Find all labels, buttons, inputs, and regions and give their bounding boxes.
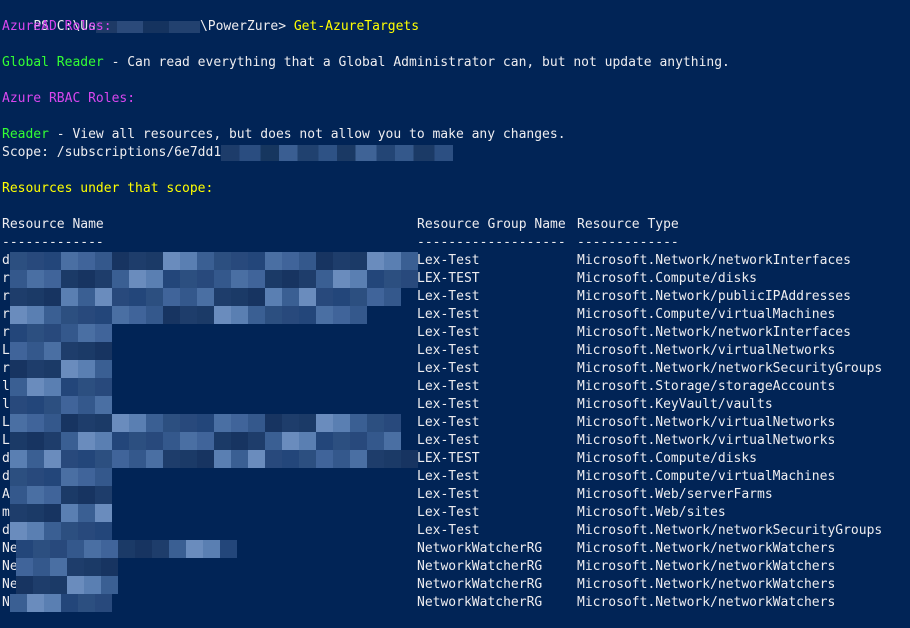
resource-type-cell: Microsoft.Compute/disks bbox=[577, 451, 758, 466]
redacted-resource-name bbox=[10, 450, 418, 468]
azure-rbac-roles-heading: Azure RBAC Roles: bbox=[2, 91, 136, 106]
resource-type-cell: Microsoft.Compute/virtualMachines bbox=[577, 469, 836, 484]
resource-type-cell: Microsoft.Network/networkSecurityGroups bbox=[577, 361, 883, 376]
scope-line: Scope: /subscriptions/6e7dd1 bbox=[2, 144, 454, 162]
resource-group-cell: Lex-Test bbox=[417, 325, 480, 340]
header-resource-name: Resource Name bbox=[2, 217, 104, 232]
resource-name-cell: A bbox=[2, 487, 10, 502]
redacted-resource-name bbox=[16, 576, 186, 594]
resource-type-cell: Microsoft.Network/networkWatchers bbox=[577, 577, 836, 592]
resource-group-cell: NetworkWatcherRG bbox=[417, 541, 543, 556]
resource-name-cell: d bbox=[2, 469, 10, 484]
resource-name-cell: L bbox=[2, 415, 10, 430]
resource-group-cell: Lex-Test bbox=[417, 379, 480, 394]
resource-type-cell: Microsoft.Web/sites bbox=[577, 505, 726, 520]
resource-type-cell: Microsoft.Network/networkWatchers bbox=[577, 595, 836, 610]
resources-heading: Resources under that scope: bbox=[2, 181, 214, 196]
resource-type-cell: Microsoft.KeyVault/vaults bbox=[577, 397, 773, 412]
resource-name-cell: L bbox=[2, 433, 10, 448]
reader-line: Reader - View all resources, but does no… bbox=[2, 126, 566, 144]
resource-type-cell: Microsoft.Network/publicIPAddresses bbox=[577, 289, 851, 304]
redacted-resource-name bbox=[10, 324, 129, 342]
resource-type-cell: Microsoft.Compute/disks bbox=[577, 271, 758, 286]
resource-type-cell: Microsoft.Network/networkInterfaces bbox=[577, 325, 851, 340]
redacted-resource-name bbox=[10, 288, 401, 306]
resource-group-cell: Lex-Test bbox=[417, 487, 480, 502]
redacted-subscription-id bbox=[221, 144, 454, 161]
resource-group-cell: Lex-Test bbox=[417, 397, 480, 412]
redacted-resource-name bbox=[10, 432, 401, 450]
redacted-resource-name bbox=[10, 252, 418, 270]
redacted-resource-name bbox=[10, 594, 180, 612]
resource-group-cell: LEX-TEST bbox=[417, 451, 480, 466]
resource-name-cell: d bbox=[2, 253, 10, 268]
resource-name-cell: d bbox=[2, 523, 10, 538]
resource-name-cell: L bbox=[2, 343, 10, 358]
redacted-resource-name bbox=[10, 522, 146, 540]
global-reader-role: Global Reader bbox=[2, 55, 104, 70]
redacted-resource-name bbox=[10, 414, 401, 432]
header-resource-group-name: Resource Group Name bbox=[417, 217, 566, 232]
resource-name-cell: r bbox=[2, 307, 10, 322]
resource-group-cell: NetworkWatcherRG bbox=[417, 559, 543, 574]
powershell-console[interactable]: PS C:\Us \PowerZure> Get-AzureTargets Azu… bbox=[0, 0, 910, 628]
resource-group-cell: Lex-Test bbox=[417, 343, 480, 358]
resource-type-cell: Microsoft.Network/virtualNetworks bbox=[577, 433, 836, 448]
redacted-resource-name bbox=[10, 306, 367, 324]
redacted-resource-name bbox=[10, 378, 146, 396]
resource-group-cell: Lex-Test bbox=[417, 307, 480, 322]
reader-role: Reader bbox=[2, 127, 49, 142]
resource-group-cell: Lex-Test bbox=[417, 289, 480, 304]
resource-name-cell: N bbox=[2, 595, 10, 610]
scope-text: Scope: /subscriptions/6e7dd1 bbox=[2, 145, 222, 160]
resource-type-cell: Microsoft.Web/serverFarms bbox=[577, 487, 773, 502]
resource-group-cell: NetworkWatcherRG bbox=[417, 577, 543, 592]
resource-type-cell: Microsoft.Network/networkWatchers bbox=[577, 541, 836, 556]
redacted-resource-name bbox=[10, 396, 146, 414]
resource-name-cell: r bbox=[2, 325, 10, 340]
underline-resource-name: ------------- bbox=[2, 235, 104, 250]
resource-name-cell: r bbox=[2, 271, 10, 286]
resource-type-cell: Microsoft.Network/networkSecurityGroups bbox=[577, 523, 883, 538]
resource-name-cell: l bbox=[2, 379, 10, 394]
redacted-resource-name bbox=[16, 540, 237, 558]
resource-group-cell: Lex-Test bbox=[417, 523, 480, 538]
resource-group-cell: Lex-Test bbox=[417, 505, 480, 520]
resource-type-cell: Microsoft.Network/virtualNetworks bbox=[577, 343, 836, 358]
resource-group-cell: Lex-Test bbox=[417, 469, 480, 484]
header-resource-type: Resource Type bbox=[577, 217, 679, 232]
redacted-resource-name bbox=[10, 270, 418, 288]
resource-name-cell: l bbox=[2, 397, 10, 412]
redacted-resource-name bbox=[10, 504, 146, 522]
resource-group-cell: Lex-Test bbox=[417, 433, 480, 448]
global-reader-line: Global Reader - Can read everything that… bbox=[2, 54, 730, 72]
resource-group-cell: NetworkWatcherRG bbox=[417, 595, 543, 610]
underline-resource-group-name: ------------------- bbox=[417, 235, 566, 250]
azuread-roles-heading: AzureAD Roles: bbox=[2, 19, 112, 34]
resource-type-cell: Microsoft.Network/networkWatchers bbox=[577, 559, 836, 574]
resource-group-cell: Lex-Test bbox=[417, 361, 480, 376]
resource-type-cell: Microsoft.Compute/virtualMachines bbox=[577, 307, 836, 322]
resource-group-cell: Lex-Test bbox=[417, 253, 480, 268]
resource-name-cell: m bbox=[2, 505, 10, 520]
redacted-resource-name bbox=[10, 360, 146, 378]
resource-group-cell: Lex-Test bbox=[417, 415, 480, 430]
redacted-resource-name bbox=[10, 342, 129, 360]
resource-type-cell: Microsoft.Network/virtualNetworks bbox=[577, 415, 836, 430]
underline-resource-type: ------------- bbox=[577, 235, 679, 250]
reader-description: - View all resources, but does not allow… bbox=[48, 127, 566, 142]
prompt-line: PS C:\Us \PowerZure> Get-AzureTargets bbox=[2, 0, 419, 34]
redacted-resource-name bbox=[10, 486, 146, 504]
resource-name-cell: d bbox=[2, 451, 10, 466]
redacted-resource-name bbox=[10, 468, 146, 486]
prompt-command: Get-AzureTargets bbox=[293, 19, 420, 34]
redacted-resource-name bbox=[16, 558, 186, 576]
resource-name-cell: r bbox=[2, 289, 10, 304]
resource-name-cell: r bbox=[2, 361, 10, 376]
resource-type-cell: Microsoft.Network/networkInterfaces bbox=[577, 253, 851, 268]
resource-type-cell: Microsoft.Storage/storageAccounts bbox=[577, 379, 836, 394]
global-reader-description: - Can read everything that a Global Admi… bbox=[103, 55, 730, 70]
resource-group-cell: LEX-TEST bbox=[417, 271, 480, 286]
prompt-suffix: \PowerZure> bbox=[199, 19, 287, 34]
